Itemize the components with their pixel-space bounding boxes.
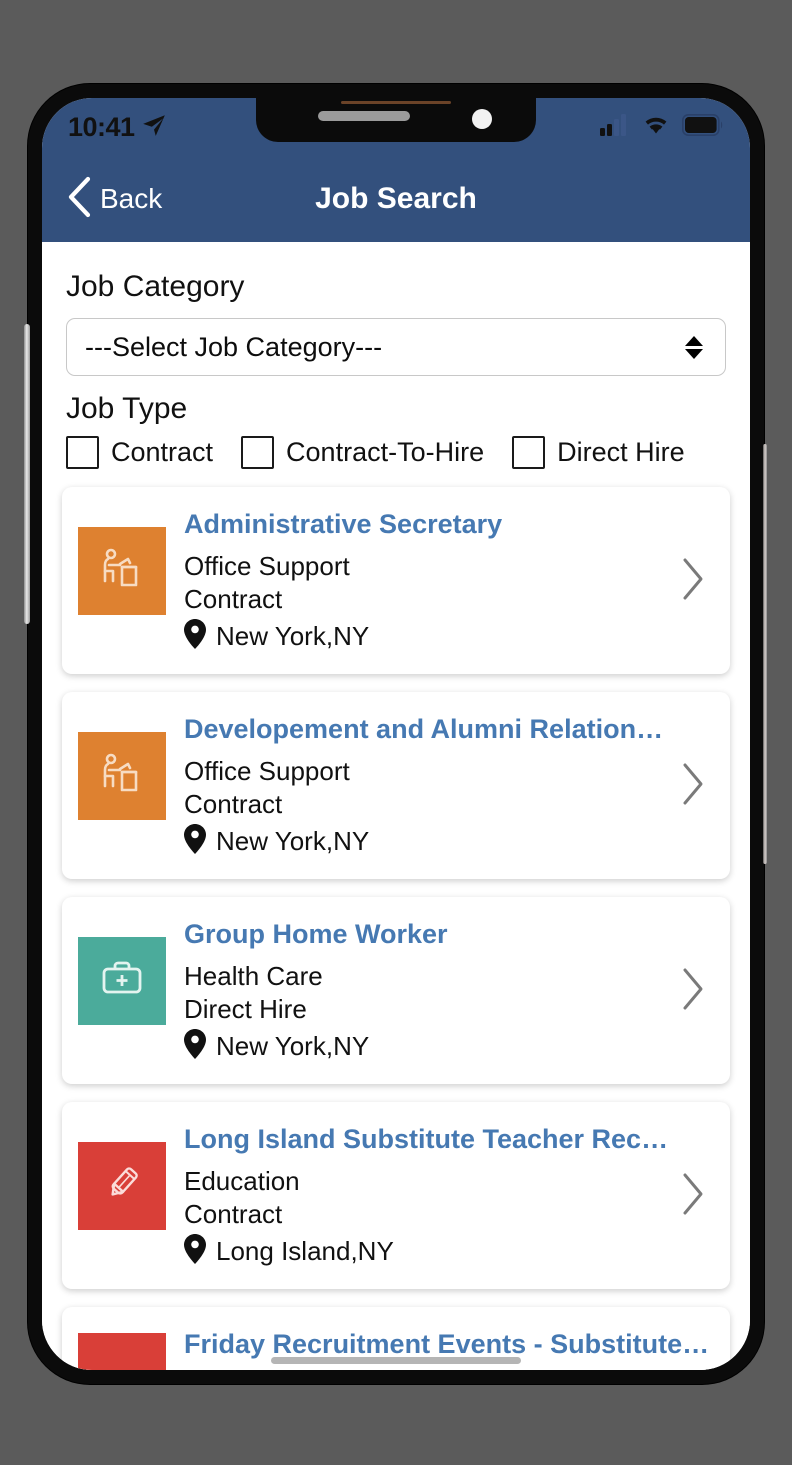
nav-bar: Back Job Search xyxy=(42,156,750,242)
job-type-checkbox-contract[interactable]: Contract xyxy=(66,436,213,469)
phone-side-button-left[interactable] xyxy=(24,324,30,624)
job-category-tile xyxy=(78,1142,166,1230)
office-desk-worker-icon xyxy=(94,541,150,602)
job-title[interactable]: Administrative Secretary xyxy=(184,509,670,540)
job-category-tile xyxy=(78,937,166,1025)
checkbox-box[interactable] xyxy=(512,436,546,469)
job-card[interactable]: Long Island Substitute Teacher Recruitme… xyxy=(62,1102,730,1289)
job-location-text: New York,NY xyxy=(216,826,370,856)
up-down-stepper-icon xyxy=(685,335,703,359)
phone-side-button-right[interactable] xyxy=(763,444,767,864)
phone-notch xyxy=(256,98,536,142)
checkbox-label: Contract xyxy=(111,437,214,467)
job-card-body: Developement and Alumni Relations Associ… xyxy=(184,714,670,859)
job-type: Direct Hire xyxy=(184,993,307,1024)
location-arrow-icon xyxy=(141,112,167,143)
job-type-checkbox-group: Contract Contract-To-Hire Direct Hire xyxy=(66,436,726,469)
home-indicator xyxy=(271,1357,521,1364)
checkbox-label: Direct Hire xyxy=(557,437,685,467)
job-category: Education xyxy=(184,1166,300,1196)
job-category-select[interactable]: ---Select Job Category--- xyxy=(66,318,726,376)
job-results-list: Administrative Secretary Office Support … xyxy=(42,487,750,1370)
chevron-right-icon[interactable] xyxy=(680,1172,706,1221)
job-location: New York,NY xyxy=(184,824,670,859)
job-category: Health Care xyxy=(184,961,323,991)
checkbox-box[interactable] xyxy=(241,436,275,469)
job-location-text: Long Island,NY xyxy=(216,1236,394,1266)
phone-screen: 10:41 Back Job Search Job Category ---Se… xyxy=(42,98,750,1370)
checkbox-label: Contract-To-Hire xyxy=(286,437,485,467)
phone-frame: 10:41 Back Job Search Job Category ---Se… xyxy=(24,84,767,1384)
job-category-select-value: ---Select Job Category--- xyxy=(85,331,383,362)
job-category-tile xyxy=(78,1333,166,1370)
job-card-body: Administrative Secretary Office Support … xyxy=(184,509,670,654)
back-button-label: Back xyxy=(100,183,163,214)
job-type-label: Job Type xyxy=(66,392,188,425)
job-card-body: Long Island Substitute Teacher Recruitme… xyxy=(184,1124,670,1269)
job-type-checkbox-direct-hire[interactable]: Direct Hire xyxy=(512,436,685,469)
map-pin-icon xyxy=(184,619,206,654)
status-bar-right xyxy=(600,113,724,141)
job-card[interactable]: Developement and Alumni Relations Associ… xyxy=(62,692,730,879)
office-desk-worker-icon xyxy=(94,746,150,807)
job-type-checkbox-contract-to-hire[interactable]: Contract-To-Hire xyxy=(241,436,484,469)
earpiece-speaker-icon xyxy=(318,111,410,121)
pencil-icon xyxy=(97,1159,147,1214)
status-bar-left: 10:41 xyxy=(68,112,167,143)
job-card-body: Group Home Worker Health Care Direct Hir… xyxy=(184,919,670,1064)
status-bar-clock: 10:41 xyxy=(68,111,135,142)
chevron-right-icon[interactable] xyxy=(680,557,706,606)
page-content: Job Category ---Select Job Category--- J… xyxy=(42,242,750,1370)
job-location: New York,NY xyxy=(184,619,670,654)
map-pin-icon xyxy=(184,1029,206,1064)
job-category-tile xyxy=(78,527,166,615)
job-location: New York,NY xyxy=(184,1029,670,1064)
chevron-right-icon[interactable] xyxy=(680,967,706,1016)
screenshot-root: 10:41 Back Job Search Job Category ---Se… xyxy=(0,0,792,1465)
cellular-signal-icon xyxy=(600,113,630,141)
job-title[interactable]: Friday Recruitment Events - Substitute E… xyxy=(184,1329,714,1360)
chevron-right-icon[interactable] xyxy=(680,762,706,811)
job-card[interactable]: Group Home Worker Health Care Direct Hir… xyxy=(62,897,730,1084)
filter-section: Job Category ---Select Job Category--- J… xyxy=(42,242,750,469)
job-category: Office Support xyxy=(184,756,350,786)
job-category: Office Support xyxy=(184,551,350,581)
job-location-text: New York,NY xyxy=(216,621,370,651)
back-button[interactable]: Back xyxy=(66,176,162,223)
job-category-tile xyxy=(78,732,166,820)
map-pin-icon xyxy=(184,824,206,859)
job-category-label: Job Category xyxy=(66,270,245,303)
job-type: Contract xyxy=(184,788,283,819)
job-location-text: New York,NY xyxy=(216,1031,370,1061)
wifi-icon xyxy=(641,114,671,141)
job-location: Long Island,NY xyxy=(184,1234,670,1269)
job-title[interactable]: Long Island Substitute Teacher Recruitme… xyxy=(184,1124,670,1155)
job-title[interactable]: Developement and Alumni Relations Associ… xyxy=(184,714,670,745)
front-camera-icon xyxy=(472,109,492,129)
notch-copper-line xyxy=(341,101,451,104)
chevron-left-icon xyxy=(66,176,92,223)
job-type: Contract xyxy=(184,583,283,614)
job-type: Contract xyxy=(184,1198,283,1229)
checkbox-box[interactable] xyxy=(66,436,99,469)
job-card[interactable]: Administrative Secretary Office Support … xyxy=(62,487,730,674)
job-title[interactable]: Group Home Worker xyxy=(184,919,670,950)
battery-full-icon xyxy=(682,113,724,141)
map-pin-icon xyxy=(184,1234,206,1269)
first-aid-kit-icon xyxy=(95,952,149,1011)
